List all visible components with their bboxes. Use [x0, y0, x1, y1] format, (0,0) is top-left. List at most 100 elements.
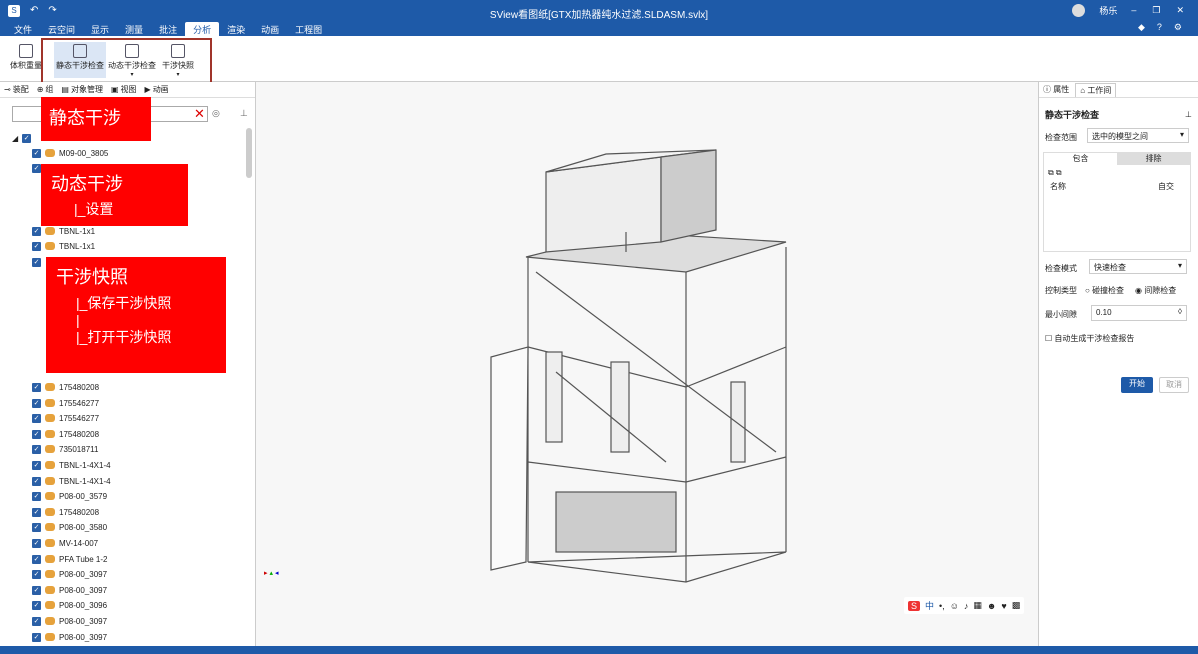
- avatar[interactable]: [1072, 4, 1086, 17]
- checkbox[interactable]: ✓: [32, 538, 41, 548]
- checkbox[interactable]: ✓: [32, 507, 41, 517]
- list-item[interactable]: ✓: [32, 255, 41, 269]
- list-item[interactable]: ✓ TBNL-1x1: [32, 239, 95, 253]
- tab-group[interactable]: ⊕ 组: [37, 84, 54, 95]
- radio-gap[interactable]: ◉ 间隙检查: [1135, 285, 1176, 296]
- expand-icon[interactable]: ◢: [12, 134, 18, 143]
- list-item[interactable]: ✓ 175480208: [32, 427, 99, 441]
- start-button[interactable]: 开始: [1121, 377, 1153, 393]
- checkbox[interactable]: ✓: [32, 241, 41, 251]
- menu-display[interactable]: 显示: [83, 22, 117, 37]
- mode-select[interactable]: 快速检查 ▾: [1089, 259, 1187, 274]
- tab-view[interactable]: ▣ 视图: [111, 84, 137, 95]
- checkbox[interactable]: ✓: [32, 569, 41, 579]
- tab-properties[interactable]: ⓘ 属性: [1043, 84, 1069, 95]
- list-item[interactable]: ✓ P08-00_3096: [32, 598, 107, 612]
- list-item[interactable]: ✓ PFA Tube 1-2: [32, 552, 107, 566]
- copy-icon[interactable]: ⧉ ⧉: [1044, 165, 1190, 181]
- gap-input[interactable]: 0.10 ◊: [1091, 305, 1187, 321]
- tab-workspace[interactable]: ⌂ 工作间: [1075, 82, 1117, 97]
- tab-object-manager[interactable]: ▤ 对象管理: [61, 84, 103, 95]
- menu-measure[interactable]: 测量: [117, 22, 151, 37]
- list-item[interactable]: ✓ TBNL-1x1: [32, 224, 95, 238]
- checkbox[interactable]: ✓: [22, 133, 32, 143]
- list-item[interactable]: ✓ P08-00_3579: [32, 489, 107, 503]
- list-item[interactable]: ✓ P08-00_3097: [32, 567, 107, 581]
- pin-icon[interactable]: ⊥: [1185, 110, 1192, 119]
- menu-file[interactable]: 文件: [6, 22, 40, 37]
- menu-render[interactable]: 渲染: [219, 22, 253, 37]
- checkbox[interactable]: ✓: [32, 491, 41, 501]
- pin-icon[interactable]: ⊥: [240, 108, 248, 119]
- stepper-icon[interactable]: ◊: [1178, 307, 1182, 316]
- list-item[interactable]: ✓ P08-00_3097: [32, 630, 107, 644]
- menu-annotate[interactable]: 批注: [151, 22, 185, 37]
- help-icon[interactable]: ?: [1157, 22, 1162, 33]
- radio-collision[interactable]: ○ 碰撞检查: [1085, 285, 1124, 296]
- checkbox[interactable]: ✓: [32, 585, 41, 595]
- close-icon[interactable]: ✕: [1176, 5, 1184, 16]
- settings-icon[interactable]: ⚙: [1174, 22, 1182, 33]
- cancel-button[interactable]: 取消: [1159, 377, 1189, 393]
- list-item[interactable]: ✓ 175480208: [32, 380, 99, 394]
- checkbox[interactable]: ✓: [32, 398, 41, 408]
- assembly-model[interactable]: [256, 82, 1038, 646]
- checkbox[interactable]: ✓: [32, 476, 41, 486]
- list-item[interactable]: ✓ 175546277: [32, 411, 99, 425]
- list-item[interactable]: ✓ 735018711: [32, 442, 98, 456]
- menu-cloud[interactable]: 云空间: [40, 22, 83, 37]
- checkbox[interactable]: ✓: [32, 226, 41, 236]
- list-item[interactable]: ✓ 175480208: [32, 505, 99, 519]
- checkbox[interactable]: ✓: [32, 163, 41, 173]
- 3d-viewport[interactable]: ▸ ▴ ◂: [256, 82, 1038, 646]
- scrollbar[interactable]: [246, 128, 252, 178]
- checkbox[interactable]: ✓: [32, 554, 41, 564]
- list-item[interactable]: ✓ P08-00_3097: [32, 583, 107, 597]
- list-item[interactable]: ✓ P08-00_3097: [32, 614, 107, 628]
- minimize-icon[interactable]: –: [1131, 5, 1136, 16]
- menu-analysis[interactable]: 分析: [185, 22, 220, 37]
- sogou-icon[interactable]: S: [908, 600, 921, 611]
- skin-icon[interactable]: ♥: [1001, 601, 1006, 611]
- user-icon[interactable]: ☻: [987, 601, 996, 611]
- tab-animation[interactable]: ▶ 动画: [145, 84, 169, 95]
- checkbox[interactable]: ✓: [32, 382, 41, 392]
- filter-icon[interactable]: ◎: [212, 108, 220, 119]
- checkbox[interactable]: ✓: [32, 460, 41, 470]
- checkbox[interactable]: ✓: [32, 632, 41, 642]
- punct-icon[interactable]: •,: [939, 601, 945, 611]
- clear-icon[interactable]: ✕: [194, 106, 205, 122]
- list-item[interactable]: ✓ P08-00_3580: [32, 520, 107, 534]
- tab-include[interactable]: 包含: [1044, 153, 1117, 165]
- grid-icon[interactable]: ▩: [1012, 600, 1021, 611]
- emoji-icon[interactable]: ☺: [950, 601, 959, 611]
- list-item[interactable]: ✓ M09-00_3805: [32, 146, 108, 160]
- tab-exclude[interactable]: 排除: [1117, 153, 1190, 165]
- restore-icon[interactable]: ❐: [1152, 5, 1160, 16]
- checkbox[interactable]: ✓: [32, 257, 41, 267]
- checkbox[interactable]: ✓: [32, 616, 41, 626]
- range-select[interactable]: 选中的模型之间 ▾: [1087, 128, 1189, 143]
- part-icon: [45, 492, 55, 500]
- skin-icon[interactable]: ◆: [1138, 22, 1145, 33]
- list-item[interactable]: ✓ TBNL-1-4X1-4: [32, 458, 111, 472]
- list-item[interactable]: ✓ TBNL-1-4X1-4: [32, 474, 111, 488]
- ime-lang[interactable]: 中: [925, 599, 934, 612]
- tab-assembly[interactable]: ⊸ 装配: [4, 84, 29, 95]
- menu-animation[interactable]: 动画: [253, 22, 287, 37]
- list-item[interactable]: ✓ 175546277: [32, 396, 99, 410]
- checkbox[interactable]: ✓: [32, 600, 41, 610]
- checkbox[interactable]: ✓: [32, 413, 41, 423]
- keyboard-icon[interactable]: ▦: [973, 600, 982, 611]
- list-item[interactable]: ✓: [32, 161, 41, 175]
- checkbox[interactable]: ✓: [32, 148, 41, 158]
- mic-icon[interactable]: ♪: [964, 601, 969, 611]
- checkbox[interactable]: ✓: [32, 522, 41, 532]
- checkbox[interactable]: ✓: [32, 429, 41, 439]
- list-item[interactable]: ✓ MV-14-007: [32, 536, 98, 550]
- user-name[interactable]: 杨乐: [1099, 4, 1117, 17]
- auto-report-checkbox[interactable]: ☐ 自动生成干涉检查报告: [1045, 333, 1134, 344]
- tree-root[interactable]: ◢ ✓: [12, 131, 32, 145]
- menu-drawing[interactable]: 工程图: [287, 22, 330, 37]
- checkbox[interactable]: ✓: [32, 444, 41, 454]
